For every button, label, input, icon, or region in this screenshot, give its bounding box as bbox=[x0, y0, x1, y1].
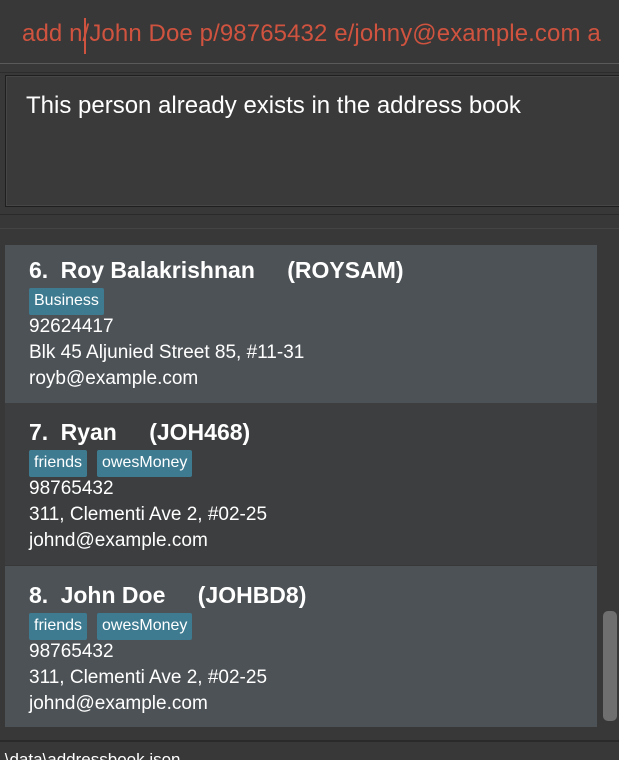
person-email: royb@example.com bbox=[29, 368, 199, 389]
person-address: 311, Clementi Ave 2, #02-25 bbox=[29, 667, 268, 688]
person-list[interactable]: 6. Roy Balakrishnan (ROYSAM) Business 92… bbox=[5, 245, 597, 727]
person-code: (ROYSAM) bbox=[287, 257, 404, 283]
person-phone: 92624417 bbox=[29, 316, 114, 337]
person-phone: 98765432 bbox=[29, 478, 114, 499]
tag-badge: owesMoney bbox=[97, 450, 193, 477]
command-box[interactable]: add n/John Doe p/98765432 e/johny@exampl… bbox=[0, 0, 619, 64]
person-index: 6. bbox=[29, 257, 49, 283]
result-message: This person already exists in the addres… bbox=[26, 92, 521, 119]
tag-list: Business bbox=[29, 288, 104, 315]
person-code: (JOHBD8) bbox=[197, 582, 307, 608]
person-card[interactable]: 7. Ryan (JOH468) friends owesMoney 98765… bbox=[5, 403, 597, 565]
divider bbox=[0, 228, 619, 229]
tag-list: friends owesMoney bbox=[29, 613, 193, 640]
person-phone: 98765432 bbox=[29, 641, 114, 662]
person-name: Roy Balakrishnan bbox=[60, 257, 255, 283]
tag-badge: friends bbox=[29, 450, 88, 477]
person-card-title: 8. John Doe (JOHBD8) bbox=[29, 582, 306, 609]
person-name: John Doe bbox=[60, 582, 166, 608]
list-scrollbar[interactable] bbox=[600, 245, 619, 727]
person-email: johnd@example.com bbox=[29, 693, 208, 714]
person-card-title: 6. Roy Balakrishnan (ROYSAM) bbox=[29, 257, 404, 284]
person-index: 7. bbox=[29, 419, 49, 445]
app-window: add n/John Doe p/98765432 e/johny@exampl… bbox=[0, 0, 619, 760]
person-address: 311, Clementi Ave 2, #02-25 bbox=[29, 504, 268, 525]
status-bar: .\data\addressbook.json bbox=[0, 740, 619, 760]
tag-badge: owesMoney bbox=[97, 613, 193, 640]
tag-badge: Business bbox=[29, 288, 104, 315]
person-index: 8. bbox=[29, 582, 49, 608]
person-card-title: 7. Ryan (JOH468) bbox=[29, 419, 250, 446]
tag-list: friends owesMoney bbox=[29, 450, 193, 477]
divider bbox=[0, 214, 619, 215]
status-file-path: .\data\addressbook.json bbox=[0, 750, 181, 760]
person-email: johnd@example.com bbox=[29, 530, 208, 551]
scrollbar-thumb[interactable] bbox=[603, 611, 617, 721]
person-card[interactable]: 6. Roy Balakrishnan (ROYSAM) Business 92… bbox=[5, 245, 597, 403]
text-caret bbox=[84, 18, 86, 54]
result-display: This person already exists in the addres… bbox=[5, 75, 619, 207]
tag-badge: friends bbox=[29, 613, 88, 640]
result-display-panel: This person already exists in the addres… bbox=[0, 72, 619, 210]
person-code: (JOH468) bbox=[149, 419, 251, 445]
person-card[interactable]: 8. John Doe (JOHBD8) friends owesMoney 9… bbox=[5, 566, 597, 727]
command-input[interactable]: add n/John Doe p/98765432 e/johny@exampl… bbox=[22, 20, 601, 48]
person-address: Blk 45 Aljunied Street 85, #11-31 bbox=[29, 342, 305, 363]
person-name: Ryan bbox=[60, 419, 117, 445]
